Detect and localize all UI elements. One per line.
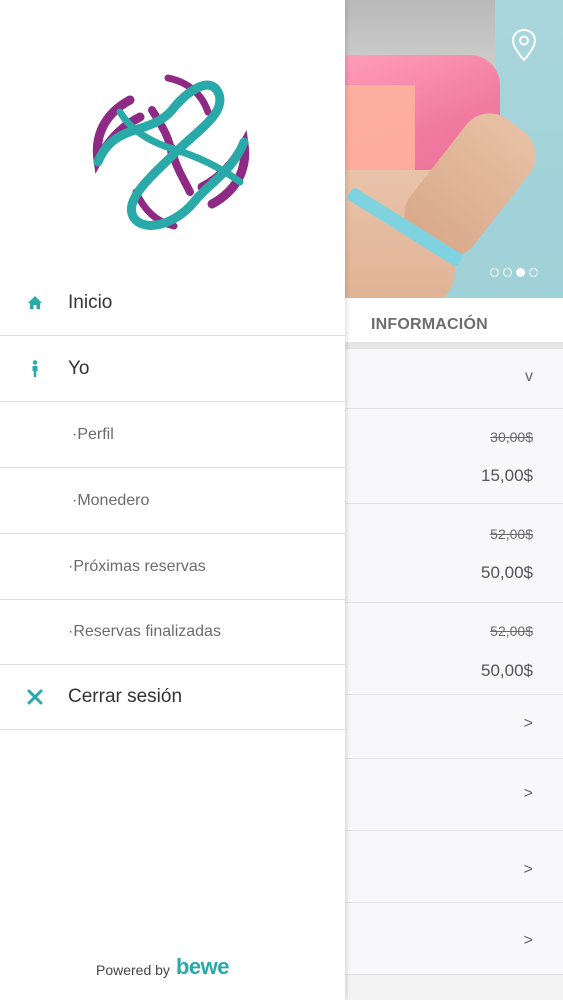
menu-item-cerrar-sesion[interactable]: Cerrar sesión: [0, 664, 345, 730]
location-pin-icon[interactable]: [511, 28, 537, 62]
collapse-row[interactable]: v: [345, 349, 563, 409]
divider: [345, 342, 563, 349]
chevron-right-icon: >: [523, 932, 533, 949]
discounted-price: 50,00$: [481, 661, 533, 680]
chevron-down-icon: v: [525, 368, 533, 385]
link-row[interactable]: >: [345, 903, 563, 975]
original-price: 52,00$: [490, 526, 533, 542]
link-row[interactable]: >: [345, 695, 563, 759]
menu-item-label: ·Próximas reservas: [68, 557, 206, 575]
menu-item-proximas-reservas[interactable]: ·Próximas reservas: [0, 534, 345, 600]
original-price: 30,00$: [490, 429, 533, 445]
menu-item-monedero[interactable]: ·Monedero: [0, 468, 345, 534]
menu-item-label: ·Perfil: [72, 425, 114, 443]
carousel-dots: [490, 268, 538, 277]
price-row[interactable]: 30,00$ 15,00$: [345, 409, 563, 504]
chevron-right-icon: >: [523, 715, 533, 732]
close-icon: [27, 689, 43, 704]
hero-image-band: [345, 85, 415, 180]
menu-item-label: ·Reservas finalizadas: [68, 622, 221, 640]
menu-item-label: Inicio: [68, 291, 113, 313]
price-row[interactable]: 52,00$ 50,00$: [345, 504, 563, 603]
carousel-dot[interactable]: [503, 268, 512, 277]
discounted-price: 15,00$: [481, 466, 533, 485]
discounted-price: 50,00$: [481, 563, 533, 582]
menu-item-perfil[interactable]: ·Perfil: [0, 402, 345, 468]
chevron-right-icon: >: [523, 785, 533, 802]
menu-item-reservas-finalizadas[interactable]: ·Reservas finalizadas: [0, 599, 345, 665]
menu-item-yo[interactable]: Yo: [0, 336, 345, 402]
navigation-drawer: Inicio Yo ·Perfil ·Monedero ·Próximas re…: [0, 0, 345, 1000]
carousel-dot[interactable]: [490, 268, 499, 277]
link-row[interactable]: >: [345, 831, 563, 903]
original-price: 52,00$: [490, 623, 533, 639]
carousel-dot[interactable]: [529, 268, 538, 277]
chevron-right-icon: >: [523, 861, 533, 878]
powered-by-text: Powered by: [96, 962, 170, 978]
menu-item-label: Cerrar sesión: [68, 685, 183, 707]
menu-item-inicio[interactable]: Inicio: [0, 270, 345, 336]
menu-item-label: ·Monedero: [72, 491, 150, 509]
brand-logo: [92, 74, 250, 230]
link-row[interactable]: >: [345, 759, 563, 831]
price-row[interactable]: 52,00$ 50,00$: [345, 603, 563, 695]
bewe-logo[interactable]: bewe: [176, 956, 230, 978]
powered-by: Powered by bewe: [96, 956, 230, 979]
home-icon: [28, 295, 42, 309]
menu-item-label: Yo: [68, 357, 90, 379]
person-icon: [32, 359, 38, 377]
section-title: INFORMACIÓN: [371, 316, 488, 333]
carousel-dot-active[interactable]: [516, 268, 525, 277]
